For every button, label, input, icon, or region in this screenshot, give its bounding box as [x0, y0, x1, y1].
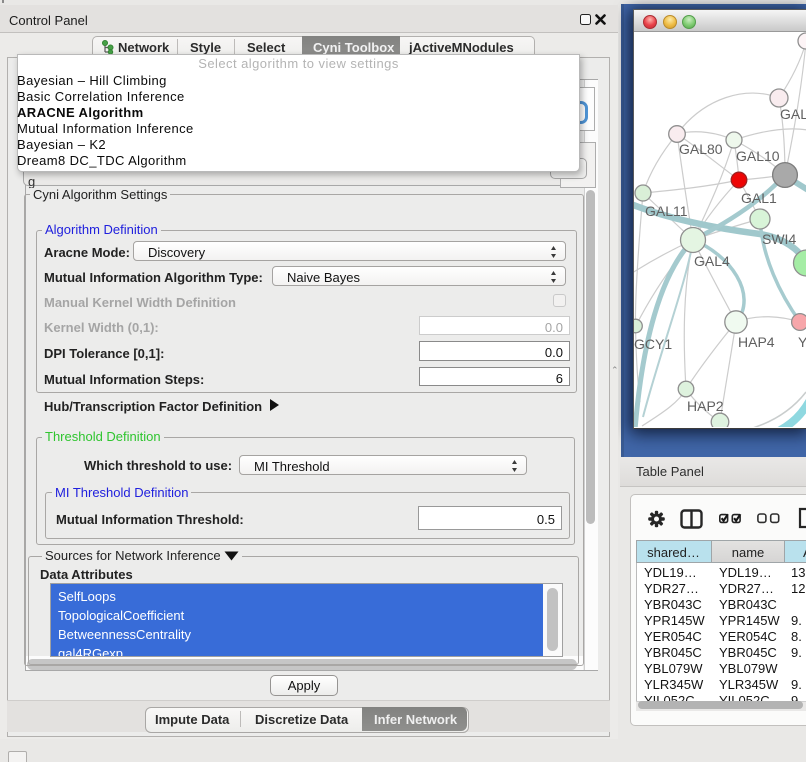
svg-text:GCY1: GCY1 [634, 336, 672, 352]
svg-text:GAL: GAL [780, 106, 806, 122]
svg-text:GAL1: GAL1 [741, 190, 777, 206]
svg-text:Y: Y [798, 334, 806, 350]
svg-text:GAL10: GAL10 [736, 148, 780, 164]
svg-text:HAP2: HAP2 [687, 398, 724, 414]
svg-text:HAP4: HAP4 [738, 334, 775, 350]
svg-text:SWI4: SWI4 [762, 231, 796, 247]
svg-text:GAL80: GAL80 [679, 141, 723, 157]
svg-text:GAL11: GAL11 [645, 203, 688, 219]
svg-text:GAL4: GAL4 [694, 253, 730, 269]
